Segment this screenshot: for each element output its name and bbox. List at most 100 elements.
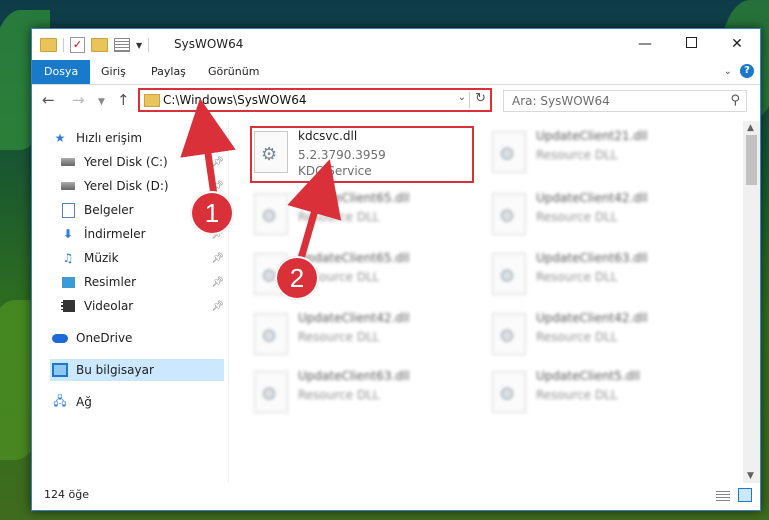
status-bar: 124 öğe: [32, 484, 760, 510]
pin-icon[interactable]: 📌︎: [211, 277, 224, 288]
toolbar-divider: [63, 38, 64, 52]
file-description: Resource DLL: [298, 330, 380, 344]
sidebar-item-network[interactable]: 🖧︎ Ağ: [52, 391, 224, 413]
sidebar-item-label: Videolar: [84, 299, 134, 313]
sidebar-item-label: Belgeler: [84, 203, 134, 217]
tab-home[interactable]: Giriş: [89, 60, 138, 84]
file-item[interactable]: ⚙ UpdateClient65.dll Resource DLL: [250, 189, 474, 241]
details-view-icon[interactable]: [716, 489, 730, 501]
tab-view[interactable]: Görünüm: [196, 60, 271, 84]
step-1-badge: 1: [190, 191, 234, 235]
gear-icon: ⚙: [499, 144, 516, 165]
gear-icon: ⚙: [261, 326, 278, 347]
sidebar-item-videos[interactable]: Videolar 📌︎: [60, 295, 224, 317]
new-folder-icon[interactable]: [91, 38, 108, 52]
step-2-badge: 2: [275, 256, 319, 300]
pin-icon[interactable]: 📌︎: [211, 157, 224, 168]
sidebar-item-this-pc[interactable]: Bu bilgisayar: [50, 359, 224, 381]
sidebar-item-pictures[interactable]: Resimler 📌︎: [60, 271, 224, 293]
navigation-bar: ← → ▼ ↑ C:\Windows\SysWOW64 ⌄ ↻ Ara: Sys…: [32, 85, 760, 117]
file-item[interactable]: ⚙ UpdateClient21.dll Resource DLL: [488, 127, 712, 179]
sidebar-item-label: Resimler: [84, 275, 137, 289]
dll-file-icon: ⚙: [492, 313, 526, 355]
item-count: 124 öğe: [44, 488, 89, 501]
folder-icon: [144, 94, 160, 107]
help-icon[interactable]: ?: [740, 64, 754, 78]
search-icon[interactable]: ⚲: [730, 93, 740, 108]
file-description: Resource DLL: [536, 388, 618, 402]
pin-icon[interactable]: 📌︎: [211, 253, 224, 264]
drive-icon: [60, 179, 76, 193]
sidebar-item-onedrive[interactable]: OneDrive: [52, 327, 224, 349]
sidebar-item-label: Ağ: [76, 395, 92, 409]
computer-icon: [52, 363, 68, 377]
navigation-pane: ★ Hızlı erişim Yerel Disk (C:) 📌︎ Yerel …: [32, 121, 228, 483]
pin-icon[interactable]: 📌︎: [211, 301, 224, 312]
sidebar-item-local-disk-c[interactable]: Yerel Disk (C:) 📌︎: [60, 151, 224, 173]
dll-file-icon: ⚙: [492, 193, 526, 235]
pin-icon[interactable]: 📌︎: [211, 181, 224, 192]
tab-share[interactable]: Paylaş: [139, 60, 198, 84]
gear-icon: ⚙: [499, 326, 516, 347]
sidebar-item-label: Bu bilgisayar: [76, 363, 154, 377]
file-description: Resource DLL: [536, 148, 618, 162]
customize-toolbar-chevron-icon[interactable]: ▼: [136, 41, 142, 50]
scroll-up-arrow-icon[interactable]: ▲: [747, 123, 754, 133]
ribbon: Dosya Giriş Paylaş Görünüm ⌄ ?: [32, 60, 760, 85]
file-name: UpdateClient42.dll: [536, 191, 648, 205]
address-dropdown-chevron-icon[interactable]: ⌄: [458, 92, 466, 103]
file-item[interactable]: ⚙ UpdateClient42.dll Resource DLL: [488, 309, 712, 361]
up-button[interactable]: ↑: [117, 91, 130, 109]
maximize-button[interactable]: [668, 29, 714, 59]
refresh-icon[interactable]: ↻: [475, 91, 486, 106]
star-icon: ★: [54, 131, 66, 145]
cloud-icon: [52, 331, 68, 345]
maximize-icon: [685, 37, 697, 48]
file-name: UpdateClient42.dll: [536, 311, 648, 325]
sidebar-item-music[interactable]: ♫ Müzik 📌︎: [60, 247, 224, 269]
gear-icon: ⚙: [499, 266, 516, 287]
music-icon: ♫: [62, 251, 74, 265]
tab-file[interactable]: Dosya: [32, 60, 90, 84]
scroll-down-arrow-icon[interactable]: ▼: [747, 471, 754, 481]
file-item[interactable]: ⚙ UpdateClient63.dll Resource DLL: [250, 367, 474, 419]
file-description: Resource DLL: [298, 388, 380, 402]
address-divider: [469, 92, 470, 108]
file-item[interactable]: ⚙ UpdateClient5.dll Resource DLL: [488, 367, 712, 419]
address-path[interactable]: C:\Windows\SysWOW64: [163, 93, 307, 107]
search-input[interactable]: Ara: SysWOW64 ⚲: [503, 90, 747, 112]
properties-check-icon[interactable]: ✓: [70, 37, 85, 53]
expand-ribbon-chevron-icon[interactable]: ⌄: [724, 66, 732, 77]
quick-access-toolbar: ✓ ▼: [40, 37, 150, 53]
search-placeholder: Ara: SysWOW64: [512, 94, 610, 108]
back-button[interactable]: ←: [42, 91, 55, 109]
gear-icon: ⚙: [261, 384, 278, 405]
video-icon: [60, 299, 76, 313]
recent-locations-chevron-icon[interactable]: ▼: [98, 97, 105, 107]
vertical-scrollbar[interactable]: ▲ ▼: [743, 121, 760, 483]
sidebar-item-label: OneDrive: [76, 331, 133, 345]
minimize-button[interactable]: —: [622, 29, 668, 59]
title-bar: ✓ ▼ SysWOW64 — ✕: [32, 29, 760, 61]
forward-button[interactable]: →: [72, 91, 85, 109]
file-item[interactable]: ⚙ UpdateClient63.dll Resource DLL: [488, 249, 712, 301]
file-name: UpdateClient5.dll: [536, 369, 640, 383]
file-description: Resource DLL: [298, 210, 380, 224]
file-name: UpdateClient63.dll: [298, 369, 410, 383]
file-item[interactable]: ⚙ UpdateClient42.dll Resource DLL: [250, 309, 474, 361]
window-title: SysWOW64: [174, 37, 244, 51]
file-name: UpdateClient63.dll: [536, 251, 648, 265]
pane-divider[interactable]: [228, 121, 229, 483]
gear-icon: ⚙: [499, 206, 516, 227]
large-icons-view-icon[interactable]: [738, 488, 752, 502]
close-button[interactable]: ✕: [714, 29, 760, 59]
document-icon: [60, 202, 76, 218]
download-icon: ⬇: [62, 227, 74, 241]
properties-icon[interactable]: [114, 38, 130, 52]
address-bar[interactable]: C:\Windows\SysWOW64 ⌄ ↻: [138, 88, 492, 112]
file-name: UpdateClient21.dll: [536, 129, 648, 143]
file-item[interactable]: ⚙ UpdateClient42.dll Resource DLL: [488, 189, 712, 241]
ribbon-controls: ⌄ ?: [724, 64, 754, 78]
scroll-thumb[interactable]: [746, 135, 757, 185]
sidebar-item-quick-access[interactable]: ★ Hızlı erişim: [52, 127, 224, 149]
